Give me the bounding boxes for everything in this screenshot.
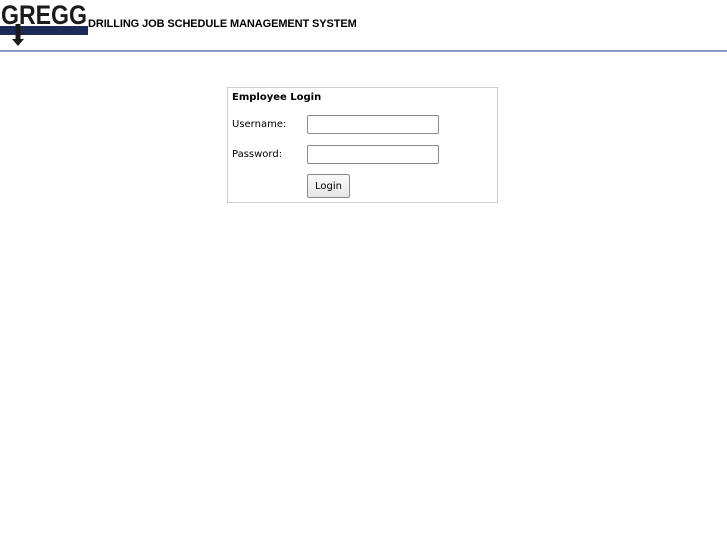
app-title: DRILLING JOB SCHEDULE MANAGEMENT SYSTEM: [88, 18, 357, 30]
panel-title: Employee Login: [232, 92, 322, 103]
username-input[interactable]: [307, 115, 439, 134]
login-button[interactable]: Login: [307, 174, 350, 198]
gregg-logo: GREGG: [0, 0, 88, 46]
page-header: GREGG DRILLING JOB SCHEDULE MANAGEMENT S…: [0, 0, 727, 52]
username-label: Username:: [232, 119, 287, 130]
password-input[interactable]: [307, 145, 439, 164]
header-divider: [0, 50, 727, 52]
employee-login-panel: Employee Login Username: Password: Login: [227, 87, 498, 203]
password-label: Password:: [232, 149, 283, 160]
svg-text:GREGG: GREGG: [1, 0, 87, 30]
